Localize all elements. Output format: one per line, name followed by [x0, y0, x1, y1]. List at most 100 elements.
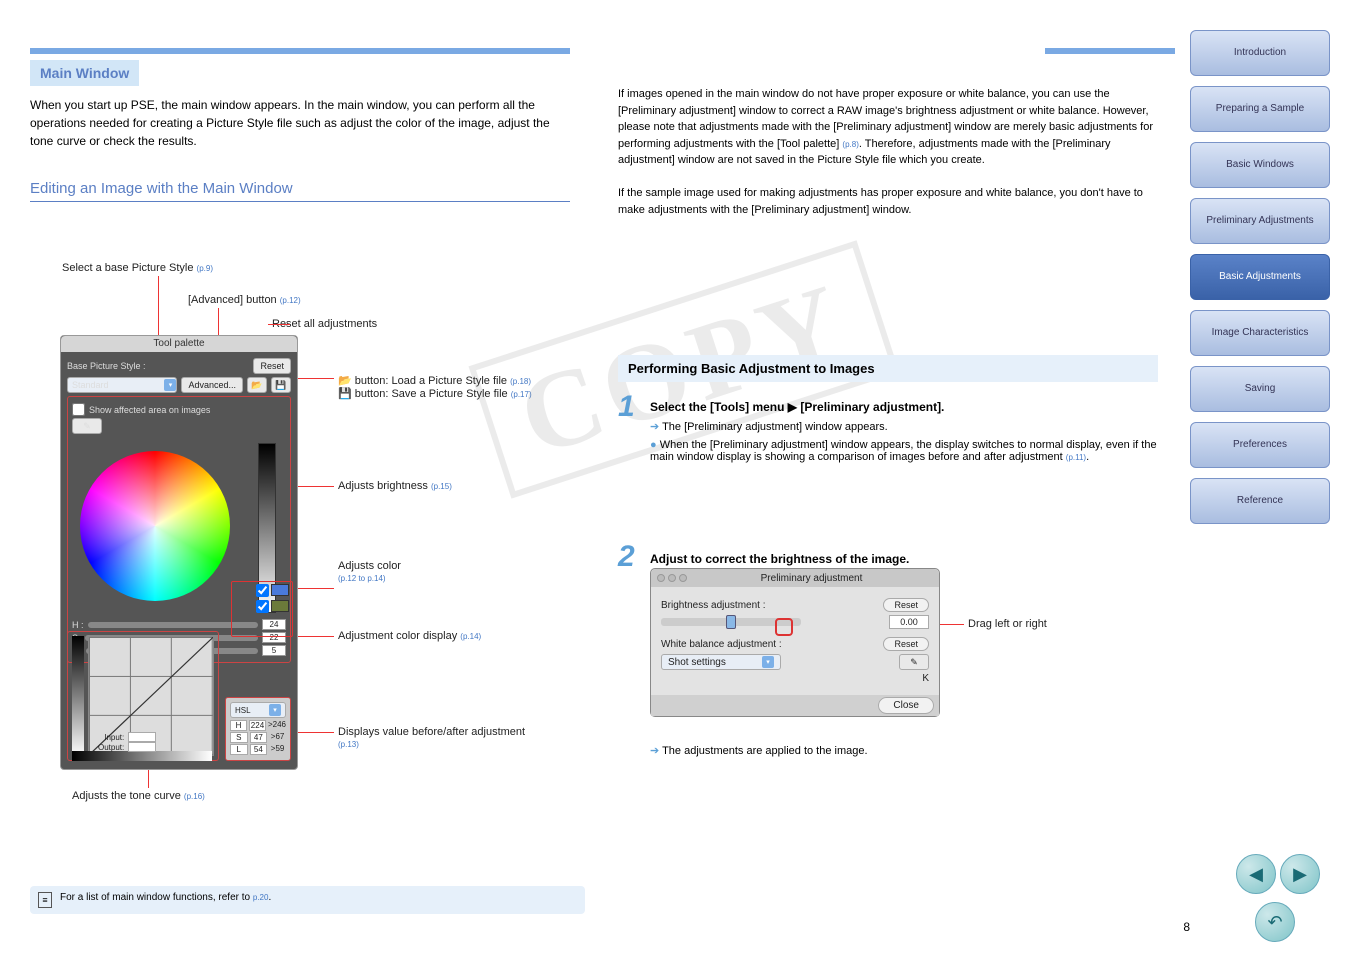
base-style-select[interactable]: Standard▾: [67, 377, 177, 393]
label-lum: Adjusts brightness (p.15): [338, 480, 452, 492]
label-tone: Adjusts the tone curve (p.16): [72, 790, 205, 802]
save-file-button[interactable]: 💾: [271, 377, 291, 393]
page-number: 8: [1183, 920, 1190, 934]
next-page-button[interactable]: ▶: [1280, 854, 1320, 894]
nav-prelim-adjust[interactable]: Preliminary Adjustments: [1190, 198, 1330, 244]
kelvin-label: K: [922, 673, 929, 684]
show-affected-checkbox[interactable]: [72, 403, 85, 416]
callout-line: [940, 624, 964, 625]
wb-select[interactable]: Shot settings▾: [661, 654, 781, 670]
step1-text: Select the [Tools] menu ▶ [Preliminary a…: [650, 400, 944, 414]
curve-output-value[interactable]: [128, 742, 156, 752]
page-ref[interactable]: (p.15): [431, 482, 452, 491]
swatch-after: [271, 600, 289, 612]
page-ref[interactable]: p.20: [253, 893, 269, 902]
page-ref[interactable]: (p.16): [184, 792, 205, 801]
nav-preparing[interactable]: Preparing a Sample: [1190, 86, 1330, 132]
wb-eyedropper-button[interactable]: ✎: [899, 654, 929, 670]
callout-line: [298, 636, 334, 637]
curve-input-value[interactable]: [128, 732, 156, 742]
traffic-light-zoom[interactable]: [679, 574, 687, 582]
wb-label: White balance adjustment :: [661, 639, 782, 650]
page-ref[interactable]: (p.12): [280, 296, 301, 305]
callout-line: [298, 486, 334, 487]
section-paragraph: When you start up PSE, the main window a…: [30, 96, 570, 150]
swatch-toggle[interactable]: [256, 600, 269, 613]
prelim-window-title: Preliminary adjustment: [690, 573, 933, 584]
nav-introduction[interactable]: Introduction: [1190, 30, 1330, 76]
result-arrow-icon: ➔: [650, 421, 659, 433]
callout-line: [298, 588, 334, 589]
base-style-label: Base Picture Style :: [67, 361, 146, 371]
nav-reference[interactable]: Reference: [1190, 478, 1330, 524]
drag-highlight: [775, 618, 793, 636]
wb-reset-button[interactable]: Reset: [883, 637, 929, 651]
save-icon: 💾: [338, 388, 352, 400]
swatch-toggle[interactable]: [256, 584, 269, 597]
side-navigation: Introduction Preparing a Sample Basic Wi…: [1190, 30, 1330, 534]
nav-saving[interactable]: Saving: [1190, 366, 1330, 412]
eyedropper-button[interactable]: ✎: [72, 418, 102, 434]
reset-button[interactable]: Reset: [253, 358, 291, 374]
preliminary-adjustment-window: Preliminary adjustment Brightness adjust…: [650, 568, 940, 717]
callout-line: [148, 768, 149, 788]
advanced-button[interactable]: Advanced...: [181, 377, 243, 393]
footer-note: ≡ For a list of main window functions, r…: [30, 886, 585, 914]
swatch-before: [271, 584, 289, 596]
chevron-down-icon: ▾: [762, 656, 774, 668]
subheading: Editing an Image with the Main Window: [30, 180, 570, 202]
close-button[interactable]: Close: [878, 697, 934, 714]
back-button[interactable]: ↶: [1255, 902, 1295, 942]
hsl-select[interactable]: HSL▾: [230, 702, 286, 718]
page-nav-buttons: ◀ ▶: [1236, 854, 1320, 894]
result-arrow-icon: ➔: [650, 745, 659, 757]
label-adj-color: Adjustment color display (p.14): [338, 630, 481, 642]
traffic-light-close[interactable]: [657, 574, 665, 582]
prev-page-button[interactable]: ◀: [1236, 854, 1276, 894]
tool-palette-window: Tool palette Base Picture Style : Reset …: [60, 335, 298, 770]
page-ref[interactable]: (p.13): [338, 740, 359, 749]
nav-image-char[interactable]: Image Characteristics: [1190, 310, 1330, 356]
traffic-light-min[interactable]: [668, 574, 676, 582]
note-icon: ≡: [38, 892, 52, 908]
callout-line: [298, 732, 334, 733]
color-wheel-overlay: [80, 451, 230, 601]
brightness-reset-button[interactable]: Reset: [883, 598, 929, 612]
lum-value: 5: [262, 645, 286, 656]
nav-basic-adjust[interactable]: Basic Adjustments: [1190, 254, 1330, 300]
right-intro-para: If images opened in the main window do n…: [618, 86, 1158, 218]
prelim-section-title: Performing Basic Adjustment to Images: [618, 355, 1158, 382]
callout-line: [268, 324, 290, 325]
show-affected-label: Show affected area on images: [89, 405, 210, 415]
nav-preferences[interactable]: Preferences: [1190, 422, 1330, 468]
curve-grad-left: [72, 636, 84, 756]
brightness-label: Brightness adjustment :: [661, 600, 766, 611]
label-color-adj: Adjusts color(p.12 to p.14): [338, 560, 538, 584]
chevron-down-icon: ▾: [269, 704, 281, 716]
slider-thumb[interactable]: [726, 615, 736, 629]
drag-label: Drag left or right: [968, 618, 1047, 630]
label-advanced-btn: [Advanced] button (p.12): [188, 294, 301, 306]
page-ref[interactable]: (p.9): [197, 264, 213, 273]
page-ref[interactable]: (p.11): [1066, 453, 1086, 462]
chevron-down-icon: ▾: [164, 379, 176, 391]
step2-result: The adjustments are applied to the image…: [662, 745, 867, 757]
open-icon: 📂: [338, 375, 352, 387]
palette-title: Tool palette: [61, 336, 297, 352]
step1-result: The [Preliminary adjustment] window appe…: [662, 421, 888, 433]
load-file-button[interactable]: 📂: [247, 377, 267, 393]
step-number-2: 2: [618, 540, 635, 574]
nav-basic-windows[interactable]: Basic Windows: [1190, 142, 1330, 188]
bullet-icon: ●: [650, 439, 657, 451]
page-ref[interactable]: (p.8): [842, 140, 858, 149]
page-ref[interactable]: (p.12 to p.14): [338, 574, 386, 583]
step2-text: Adjust to correct the brightness of the …: [650, 552, 909, 566]
curve-grad-bottom: [72, 751, 212, 761]
divider-bar-right: [1045, 48, 1175, 54]
step-number-1: 1: [618, 390, 635, 424]
callout-line: [298, 378, 334, 379]
label-base-style: Select a base Picture Style (p.9): [62, 262, 213, 274]
left-column: Main Window When you start up PSE, the m…: [30, 40, 570, 202]
step1-note: When the [Preliminary adjustment] window…: [650, 439, 1157, 463]
page-ref[interactable]: (p.14): [460, 632, 481, 641]
